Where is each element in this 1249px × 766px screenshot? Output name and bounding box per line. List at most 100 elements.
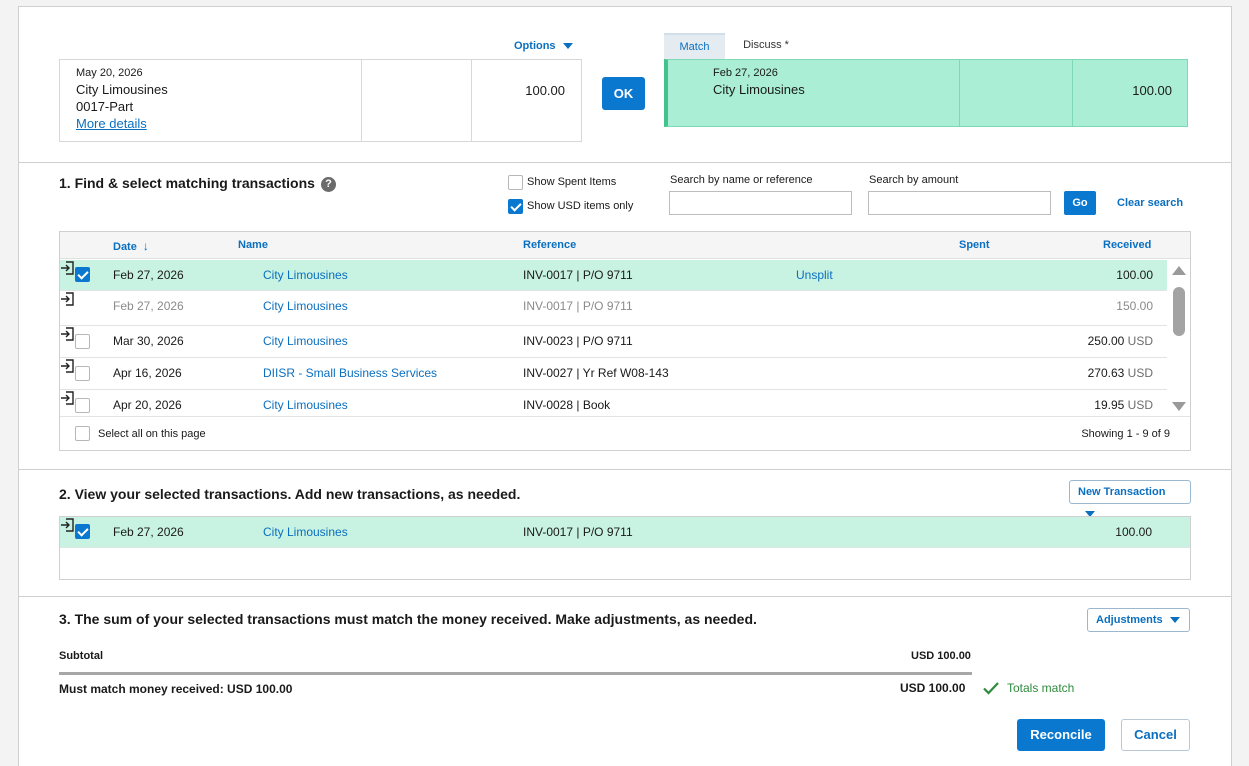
scroll-up-icon[interactable]	[1172, 266, 1186, 275]
row-reference: INV-0023 | P/O 9711	[523, 334, 633, 348]
table-row[interactable]: Apr 20, 2026 City Limousines INV-0028 | …	[60, 390, 1167, 416]
chevron-down-icon	[562, 43, 573, 50]
matched-transaction: Feb 27, 2026 City Limousines 100.00	[664, 59, 1188, 127]
table-footer: Select all on this page Showing 1 - 9 of…	[60, 416, 1190, 450]
transfer-in-icon	[61, 292, 74, 306]
row-amount: 250.00 USD	[1087, 334, 1153, 348]
show-spent-checkbox[interactable]	[508, 175, 523, 190]
row-amount: 150.00	[1116, 299, 1153, 313]
transfer-in-icon	[61, 518, 74, 532]
row-name-link[interactable]: DIISR - Small Business Services	[263, 366, 437, 380]
transfer-in-icon	[61, 359, 74, 373]
row-checkbox[interactable]	[75, 267, 90, 282]
total-value: USD 100.00	[900, 681, 966, 695]
row-amount: 100.00	[1115, 525, 1152, 539]
matched-spent-cell	[960, 60, 1073, 126]
statement-line: May 20, 2026 City Limousines 0017-Part M…	[59, 59, 582, 142]
transfer-in-icon	[61, 327, 74, 341]
row-reference: INV-0027 | Yr Ref W08-143	[523, 366, 669, 380]
statement-date: May 20, 2026	[76, 67, 143, 79]
matched-date: Feb 27, 2026	[713, 67, 778, 79]
tab-discuss[interactable]: Discuss *	[731, 33, 801, 59]
selected-row[interactable]: Feb 27, 2026 City Limousines INV-0017 | …	[60, 517, 1190, 548]
search-amount-label: Search by amount	[869, 174, 959, 186]
row-name-link[interactable]: City Limousines	[263, 525, 348, 539]
options-dropdown[interactable]: Options	[514, 40, 573, 52]
statement-reference: 0017-Part	[76, 99, 134, 114]
transactions-table: Date ↓ Name Reference Spent Received Feb …	[59, 231, 1191, 451]
matched-payee: City Limousines	[713, 82, 805, 97]
cancel-button[interactable]: Cancel	[1121, 719, 1190, 751]
row-reference: INV-0017 | P/O 9711	[523, 525, 633, 539]
row-checkbox[interactable]	[75, 334, 90, 349]
col-reference[interactable]: Reference	[523, 239, 576, 251]
row-reference: INV-0028 | Book	[523, 398, 611, 412]
tab-match[interactable]: Match	[664, 33, 725, 59]
table-row[interactable]: Mar 30, 2026 City Limousines INV-0023 | …	[60, 326, 1167, 358]
search-amount-input[interactable]	[868, 191, 1051, 215]
row-date: Feb 27, 2026	[113, 525, 184, 539]
scroll-thumb[interactable]	[1173, 287, 1185, 336]
clear-search-link[interactable]: Clear search	[1117, 197, 1183, 209]
adjustments-button[interactable]: Adjustments	[1087, 608, 1190, 632]
table-row[interactable]: Feb 27, 2026 City Limousines INV-0017 | …	[60, 260, 1167, 291]
chevron-down-icon	[1169, 617, 1180, 624]
must-match-label: Must match money received: USD 100.00	[59, 682, 293, 696]
statement-details: May 20, 2026 City Limousines 0017-Part M…	[60, 60, 362, 141]
row-date: Feb 27, 2026	[113, 268, 184, 282]
row-amount: 100.00	[1116, 268, 1153, 282]
row-name-link[interactable]: City Limousines	[263, 299, 348, 313]
row-reference: INV-0017 | P/O 9711	[523, 268, 633, 282]
new-transaction-button[interactable]: New Transaction	[1069, 480, 1191, 518]
row-checkbox[interactable]	[75, 366, 90, 381]
col-name[interactable]: Name	[238, 239, 268, 251]
scroll-down-icon[interactable]	[1172, 402, 1186, 411]
statement-spent-cell	[362, 60, 472, 141]
reconcile-button[interactable]: Reconcile	[1017, 719, 1105, 751]
show-usd-label: Show USD items only	[527, 200, 634, 212]
help-icon[interactable]: ?	[320, 177, 336, 192]
subtotal-value: USD 100.00	[911, 650, 971, 662]
unsplit-link[interactable]: Unsplit	[796, 268, 833, 282]
row-name-link[interactable]: City Limousines	[263, 334, 348, 348]
checkmark-icon	[983, 682, 999, 695]
row-date: Mar 30, 2026	[113, 334, 184, 348]
sort-down-icon: ↓	[142, 239, 149, 253]
divider	[18, 469, 1232, 470]
ok-button[interactable]: OK	[602, 77, 645, 110]
row-checkbox[interactable]	[75, 398, 90, 413]
row-amount: 270.63 USD	[1087, 366, 1153, 380]
section1-title: 1. Find & select matching transactions?	[59, 175, 336, 192]
matched-amount: 100.00	[1132, 83, 1172, 98]
statement-amount: 100.00	[525, 83, 565, 98]
more-details-link[interactable]: More details	[76, 116, 147, 131]
divider	[18, 162, 1232, 163]
select-all-checkbox[interactable]	[75, 426, 90, 441]
col-date[interactable]: Date ↓	[113, 239, 149, 253]
table-row: Feb 27, 2026 City Limousines INV-0017 | …	[60, 291, 1167, 326]
search-name-label: Search by name or reference	[670, 174, 813, 186]
search-name-input[interactable]	[669, 191, 852, 215]
total-divider	[59, 672, 972, 675]
show-spent-label: Show Spent Items	[527, 176, 617, 188]
select-all-label: Select all on this page	[98, 428, 206, 440]
table-row[interactable]: Apr 16, 2026 DIISR - Small Business Serv…	[60, 358, 1167, 390]
transfer-in-icon	[61, 261, 74, 275]
section2-title: 2. View your selected transactions. Add …	[59, 486, 521, 502]
col-received[interactable]: Received	[1103, 239, 1151, 251]
row-checkbox[interactable]	[75, 524, 90, 539]
subtotal-label: Subtotal	[59, 650, 103, 662]
row-name-link[interactable]: City Limousines	[263, 398, 348, 412]
row-amount: 19.95 USD	[1094, 398, 1153, 412]
divider	[18, 596, 1232, 597]
selected-transactions-table: Feb 27, 2026 City Limousines INV-0017 | …	[59, 516, 1191, 580]
row-date: Apr 16, 2026	[113, 366, 182, 380]
go-button[interactable]: Go	[1064, 191, 1096, 215]
col-spent[interactable]: Spent	[959, 239, 990, 251]
table-scrollbar[interactable]	[1167, 260, 1190, 416]
table-header: Date ↓ Name Reference Spent Received	[60, 232, 1190, 259]
totals-match-status: Totals match	[1007, 681, 1075, 695]
section3-title: 3. The sum of your selected transactions…	[59, 611, 757, 627]
row-name-link[interactable]: City Limousines	[263, 268, 348, 282]
show-usd-checkbox[interactable]	[508, 199, 523, 214]
